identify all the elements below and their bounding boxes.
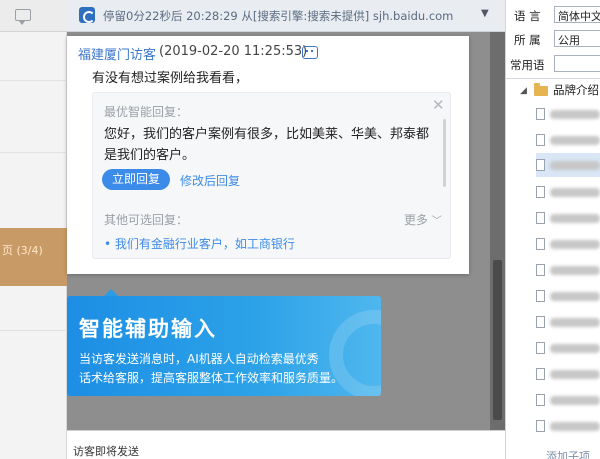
tree-item[interactable] [536,284,600,308]
tree-item-blurred-text [550,188,600,197]
tree-item-blurred-text [550,370,600,379]
tree-item-blurred-text [550,136,600,145]
tree-expand-icon[interactable]: ◢ [520,86,527,96]
best-reply-text: 您好，我们的客户案例有很多，比如美莱、华美、邦泰都是我们的客户。 [104,127,430,163]
tree-item[interactable] [536,362,600,386]
feature-tip-card: 智能辅助输入 当访客发送消息时，AI机器人自动检索最优秀 话术给客服，提高客服整… [67,296,381,396]
right-panel: 语 言 简体中文 所 属 公用 常用语 ◢ 品牌介绍 添加子项 [505,0,600,459]
tree-item-blurred-text [550,344,600,353]
common-phrases-label: 常用语 [510,58,545,72]
conversation-item-label: 页 (3/4) [2,244,43,257]
tip-description-line2: 话术给客服，提高客服整体工作效率和服务质量。 [79,371,344,385]
document-icon [536,134,545,146]
tree-item[interactable] [536,414,600,438]
visitor-name[interactable]: 福建厦门访客 [78,44,156,63]
smart-reply-card: 最优智能回复： ✕ 您好，我们的客户案例有很多，比如美莱、华美、邦泰都是我们的客… [92,92,451,259]
tree-item-blurred-text [550,396,600,405]
tree-item-blurred-text [550,266,600,275]
edit-reply-link[interactable]: 修改后回复 [180,172,240,189]
robot-icon [302,46,318,59]
belong-select[interactable]: 公用 [554,30,600,47]
reply-card-scrollbar[interactable] [443,119,446,187]
tree-item-blurred-text [550,318,600,327]
tree-item[interactable] [536,336,600,360]
list-divider [0,152,67,153]
list-divider [0,80,67,81]
document-icon [536,420,545,432]
document-icon [536,368,545,380]
tree-item[interactable] [536,206,600,230]
document-icon [536,264,545,276]
document-icon [536,394,545,406]
conversation-list-header [0,0,67,32]
tip-description-line1: 当访客发送消息时，AI机器人自动检索最优秀 [79,352,319,366]
chevron-down-icon: ﹀ [431,216,442,227]
tree-item-blurred-text [550,422,600,431]
document-icon [536,316,545,328]
belong-label: 所 属 [514,33,541,47]
app-logo-icon [79,7,95,23]
reply-now-button[interactable]: 立即回复 [102,169,170,190]
tip-pointer [104,289,118,296]
tree-item-blurred-text [550,214,600,223]
tree-item[interactable] [536,310,600,334]
chat-bubble-icon[interactable] [15,9,31,25]
tree-item-blurred-text [550,110,600,119]
language-select[interactable]: 简体中文 [554,6,600,23]
document-icon [536,159,545,171]
more-label: 更多 [404,213,429,227]
message-timestamp: (2019-02-20 11:25:53) [159,44,308,59]
tree-item[interactable] [536,258,600,282]
tree-item[interactable] [536,180,600,204]
tree-item[interactable] [536,388,600,412]
chevron-down-icon[interactable]: ▼ [481,8,489,19]
more-replies-link[interactable]: 更多 ﹀ [404,211,442,228]
tree-item-blurred-text [550,292,600,301]
conversation-list: 页 (3/4) [0,0,67,459]
visitor-status-text: 停留0分22秒后 20:28:29 从[搜索引擎:搜索未提供] sjh.baid… [103,9,454,23]
folder-icon [534,83,548,96]
list-divider [0,330,67,331]
document-icon [536,212,545,224]
tree-folder-label[interactable]: 品牌介绍 [553,82,599,98]
chat-scrollbar-thumb[interactable] [493,260,502,420]
suggested-reply-item[interactable]: • 我们有金融行业客户，如工商银行 [104,235,295,252]
conversation-item-selected[interactable]: 页 (3/4) [0,228,67,286]
document-icon [536,186,545,198]
tree-item-blurred-text [550,240,600,249]
chat-header: 停留0分22秒后 20:28:29 从[搜索引擎:搜索未提供] sjh.baid… [67,0,505,32]
document-icon [536,290,545,302]
tree-item[interactable] [536,232,600,256]
chat-footer: 访客即将发送 [67,430,505,459]
document-icon [536,342,545,354]
document-icon [536,108,545,120]
document-icon [536,238,545,250]
add-subitem-link[interactable]: 添加子项 [546,448,590,459]
other-replies-label: 其他可选回复： [104,213,189,227]
smart-reply-popup: 福建厦门访客 (2019-02-20 11:25:53) 有没有想过案例给我看看… [67,36,469,274]
common-phrases-search[interactable] [554,55,600,72]
tree-item[interactable] [536,102,600,126]
visitor-message: 有没有想过案例给我看看， [92,71,249,86]
footer-label: 访客即将发送 [73,445,139,458]
close-icon[interactable]: ✕ [432,98,445,113]
tip-title: 智能辅助输入 [79,317,217,341]
tree-item-selected[interactable] [536,153,600,177]
best-reply-label: 最优智能回复： [104,105,189,119]
language-label: 语 言 [514,9,541,23]
tree-item[interactable] [536,128,600,152]
tree-item-blurred-text [550,161,600,170]
